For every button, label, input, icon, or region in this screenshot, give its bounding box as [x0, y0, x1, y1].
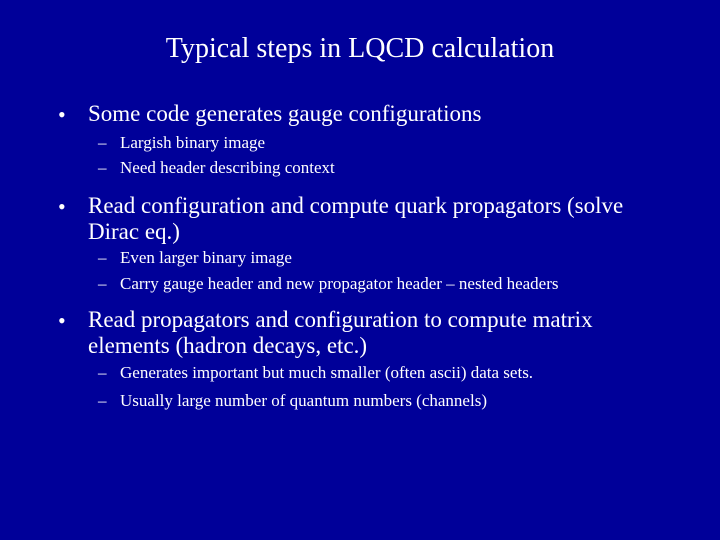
dash-icon: – [98, 391, 107, 410]
bullet-text: Some code generates gauge configurations [88, 101, 482, 126]
bullet-text: Read configuration and compute quark pro… [88, 193, 624, 244]
slide-title: Typical steps in LQCD calculation [165, 33, 555, 64]
bullet-icon: • [58, 102, 66, 127]
sub-bullet-text: Generates important but much smaller (of… [120, 363, 534, 382]
dash-icon: – [98, 248, 107, 267]
bullet-icon: • [58, 308, 66, 333]
sub-bullet-text: Need header describing context [120, 158, 335, 177]
dash-icon: – [98, 363, 107, 382]
dash-icon: – [98, 274, 107, 293]
bullet-text: Read propagators and configuration to co… [88, 307, 593, 358]
sub-bullet-text: Even larger binary image [120, 248, 292, 267]
bullet-icon: • [58, 194, 66, 219]
dash-icon: – [98, 133, 107, 152]
dash-icon: – [98, 158, 107, 177]
sub-bullet-text: Largish binary image [120, 133, 266, 152]
sub-bullet-text: Carry gauge header and new propagator he… [120, 274, 559, 293]
slide: Typical steps in LQCD calculation • Some… [0, 0, 720, 540]
sub-bullet-text: Usually large number of quantum numbers … [120, 391, 487, 410]
